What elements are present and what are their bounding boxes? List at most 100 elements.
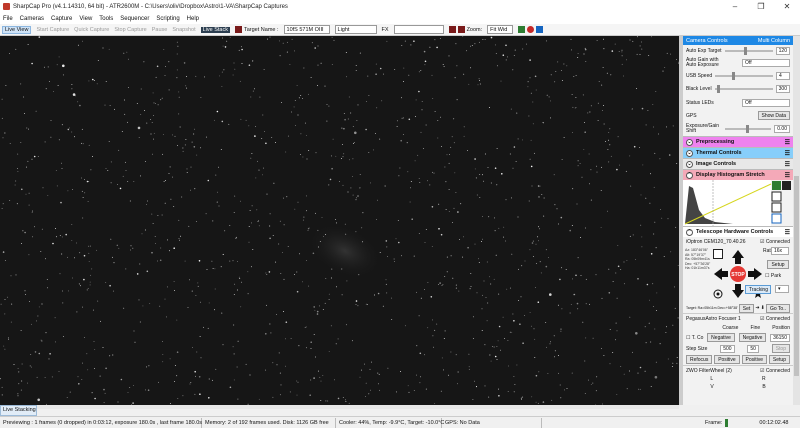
live-stacking-tab[interactable]: Live Stacking bbox=[0, 405, 37, 416]
temp-comp-checkbox[interactable]: ☐ T. Co bbox=[686, 335, 703, 341]
coarse-step-input[interactable]: 500 bbox=[720, 344, 735, 353]
exposure-gain-shift-slider[interactable] bbox=[725, 125, 772, 133]
exposure-gain-shift-value[interactable]: 0.00 bbox=[774, 125, 790, 133]
reticle-toggle-icon[interactable] bbox=[457, 26, 465, 33]
rate-select[interactable]: 16x bbox=[771, 247, 789, 255]
filter-v[interactable]: V bbox=[710, 384, 713, 390]
coarse-positive-button[interactable]: Positive bbox=[714, 355, 740, 364]
focuser-position-value[interactable]: 36150 bbox=[770, 333, 790, 342]
chevron-down-icon[interactable]: ⌄ bbox=[686, 149, 693, 157]
focuser-connected-checkbox[interactable]: ☑ Connected bbox=[760, 316, 790, 322]
west-arrow-icon[interactable] bbox=[714, 268, 722, 280]
goto-button[interactable]: Go To.. bbox=[765, 303, 790, 313]
set-button[interactable]: Set bbox=[738, 303, 755, 313]
filter-r[interactable]: R bbox=[762, 376, 766, 382]
chevron-up-icon[interactable]: ⌃ bbox=[686, 228, 693, 236]
frame-type-select[interactable]: Light bbox=[334, 25, 377, 34]
save-stretch-icon[interactable] bbox=[771, 213, 782, 224]
target-name-select[interactable]: 10fS 571M OIII bbox=[283, 25, 330, 34]
record-icon[interactable] bbox=[234, 26, 242, 33]
fine-step-input[interactable]: 50 bbox=[747, 344, 759, 353]
auto-exp-target-slider[interactable] bbox=[724, 46, 773, 55]
usb-speed-slider[interactable] bbox=[715, 72, 773, 80]
menu-view[interactable]: View bbox=[79, 16, 92, 22]
refocus-button[interactable]: Refocus bbox=[686, 355, 713, 364]
graph-icon[interactable] bbox=[518, 26, 526, 33]
menu-help[interactable]: Help bbox=[187, 16, 199, 22]
black-level-slider[interactable] bbox=[714, 85, 773, 93]
chevron-down-icon[interactable]: ⌄ bbox=[686, 138, 693, 146]
hamburger-menu-icon[interactable]: ☰ bbox=[785, 172, 790, 179]
thermal-controls-section[interactable]: ⌄ Thermal Controls ☰ bbox=[683, 147, 793, 158]
star bbox=[539, 228, 541, 230]
coarse-negative-button[interactable]: Negative bbox=[707, 333, 735, 342]
preprocessing-section[interactable]: ⌄ Preprocessing ☰ bbox=[683, 136, 793, 147]
minimize-button[interactable]: – bbox=[722, 0, 748, 13]
camera-controls-header[interactable]: Camera Controls Multi Column bbox=[683, 36, 793, 45]
snapshot-button[interactable]: Snapshot bbox=[172, 27, 195, 33]
histogram-stretch-graph[interactable] bbox=[683, 180, 793, 226]
menu-sequencer[interactable]: Sequencer bbox=[120, 16, 149, 22]
hamburger-menu-icon[interactable]: ☰ bbox=[785, 150, 790, 157]
tools-icon[interactable] bbox=[536, 26, 544, 33]
arrow-right-icon[interactable]: ➜ bbox=[755, 305, 759, 311]
menu-tools[interactable]: Tools bbox=[99, 16, 113, 22]
telescope-controls-section[interactable]: ⌃ Telescope Hardware Controls ☰ bbox=[683, 226, 793, 237]
filterwheel-connected-checkbox[interactable]: ☑ Connected bbox=[760, 368, 790, 374]
tracking-button[interactable]: Tracking bbox=[745, 285, 771, 294]
multi-column-toggle[interactable]: Multi Column bbox=[758, 38, 790, 44]
close-button[interactable]: ✕ bbox=[774, 0, 800, 13]
live-view-button[interactable]: Live View bbox=[2, 25, 32, 34]
hamburger-menu-icon[interactable]: ☰ bbox=[785, 229, 790, 236]
menu-scripting[interactable]: Scripting bbox=[156, 16, 179, 22]
image-controls-section[interactable]: ⌄ Image Controls ☰ bbox=[683, 158, 793, 169]
start-capture-button[interactable]: Start Capture bbox=[36, 27, 69, 33]
menu-file[interactable]: File bbox=[3, 16, 13, 22]
tracking-rate-select[interactable]: ▾ bbox=[775, 285, 789, 293]
park-checkbox[interactable]: ☐ Park bbox=[765, 273, 781, 279]
zoom-select[interactable]: Fit Wid bbox=[487, 25, 514, 34]
south-arrow-icon[interactable] bbox=[732, 290, 744, 298]
auto-exp-target-value[interactable]: 120 bbox=[775, 46, 790, 55]
mount-connected-checkbox[interactable]: ☑ Connected bbox=[760, 239, 790, 245]
display-histogram-section[interactable]: ⌃ Display Histogram Stretch ☰ bbox=[683, 169, 793, 180]
zoom-histogram-icon[interactable] bbox=[771, 202, 782, 213]
fine-positive-button[interactable]: Positive bbox=[741, 355, 768, 364]
fx-select[interactable] bbox=[393, 25, 444, 34]
auto-gain-select[interactable]: Off bbox=[742, 59, 790, 67]
east-arrow-icon[interactable] bbox=[754, 268, 762, 280]
chevron-down-icon[interactable]: ⌄ bbox=[686, 160, 693, 168]
reset-stretch-icon[interactable] bbox=[782, 181, 791, 190]
fine-negative-button[interactable]: Negative bbox=[738, 333, 767, 342]
mount-setup-button[interactable]: Setup bbox=[767, 260, 789, 269]
histogram-toggle-icon[interactable] bbox=[448, 26, 456, 33]
hamburger-menu-icon[interactable]: ☰ bbox=[785, 139, 790, 146]
control-panel-scrollbar[interactable] bbox=[793, 36, 800, 405]
move-icon[interactable] bbox=[771, 191, 782, 202]
star bbox=[626, 388, 628, 390]
pause-button[interactable]: Pause bbox=[152, 27, 168, 33]
maximize-button[interactable]: ❐ bbox=[748, 0, 774, 13]
annotate-icon[interactable] bbox=[527, 26, 535, 33]
quick-capture-button[interactable]: Quick Capture bbox=[74, 27, 109, 33]
stop-capture-button[interactable]: Stop Capture bbox=[114, 27, 146, 33]
menu-capture[interactable]: Capture bbox=[51, 16, 72, 22]
live-image-view[interactable] bbox=[0, 36, 679, 405]
hamburger-menu-icon[interactable]: ☰ bbox=[785, 161, 790, 168]
show-gps-data-button[interactable]: Show Data bbox=[757, 111, 790, 120]
scrollbar-thumb[interactable] bbox=[794, 176, 799, 376]
arrow-down-icon[interactable]: ⬇ bbox=[761, 305, 765, 311]
auto-stretch-icon[interactable] bbox=[772, 181, 781, 190]
chevron-up-icon[interactable]: ⌃ bbox=[686, 171, 693, 179]
focuser-stop-button[interactable]: Stop bbox=[771, 344, 790, 353]
usb-speed-value[interactable]: 4 bbox=[776, 72, 790, 80]
menu-cameras[interactable]: Cameras bbox=[20, 16, 44, 22]
filter-b[interactable]: B bbox=[762, 384, 765, 390]
live-stack-button[interactable]: Live Stack bbox=[200, 26, 230, 33]
status-leds-select[interactable]: Off bbox=[742, 98, 790, 107]
image-horizontal-scrollbar[interactable] bbox=[0, 405, 679, 409]
focuser-setup-button[interactable]: Setup bbox=[768, 355, 790, 364]
north-arrow-icon[interactable] bbox=[732, 250, 744, 258]
filter-l[interactable]: L bbox=[710, 376, 713, 382]
black-level-value[interactable]: 300 bbox=[775, 85, 790, 93]
